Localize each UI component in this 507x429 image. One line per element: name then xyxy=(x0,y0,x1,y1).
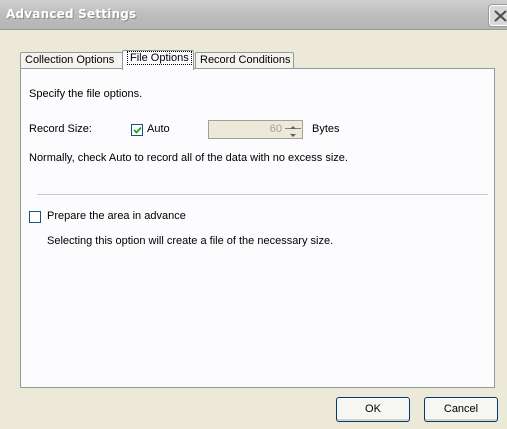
tab-file-options[interactable]: File Options xyxy=(122,50,194,70)
tab-label: File Options xyxy=(127,51,192,65)
file-options-panel: Specify the file options. Record Size: A… xyxy=(20,68,495,388)
spinner-buttons xyxy=(285,122,301,137)
spin-down-button[interactable] xyxy=(285,130,301,137)
title-bar[interactable]: Advanced Settings xyxy=(0,0,507,30)
tab-record-conditions[interactable]: Record Conditions xyxy=(195,52,294,69)
record-size-value: 60 xyxy=(269,123,282,135)
auto-hint-text: Normally, check Auto to record all of th… xyxy=(29,152,348,164)
ok-button-label: OK xyxy=(365,403,381,415)
auto-checkbox[interactable] xyxy=(131,124,143,136)
tab-label: Record Conditions xyxy=(200,54,291,66)
checkmark-icon xyxy=(133,126,142,134)
bytes-unit-label: Bytes xyxy=(312,123,340,135)
prepare-area-hint: Selecting this option will create a file… xyxy=(47,235,334,247)
auto-checkbox-label[interactable]: Auto xyxy=(147,123,170,135)
prepare-area-label[interactable]: Prepare the area in advance xyxy=(47,210,186,222)
tab-collection-options[interactable]: Collection Options xyxy=(20,52,123,69)
panel-description: Specify the file options. xyxy=(29,88,143,100)
cancel-button-label: Cancel xyxy=(443,403,479,415)
close-icon xyxy=(494,10,507,22)
advanced-settings-dialog: Advanced Settings Collection Options Fil… xyxy=(0,0,507,429)
spin-up-button[interactable] xyxy=(285,122,301,129)
close-button[interactable] xyxy=(489,5,507,26)
tab-label: Collection Options xyxy=(25,54,115,66)
ok-button[interactable]: OK xyxy=(336,397,410,422)
record-size-spinner[interactable]: 60 xyxy=(208,120,303,139)
cancel-button[interactable]: Cancel xyxy=(424,397,498,422)
record-size-label: Record Size: xyxy=(29,123,92,135)
prepare-area-checkbox[interactable] xyxy=(29,211,41,223)
separator-line xyxy=(37,194,488,196)
arrow-down-icon xyxy=(290,134,296,137)
window-title: Advanced Settings xyxy=(6,7,137,21)
